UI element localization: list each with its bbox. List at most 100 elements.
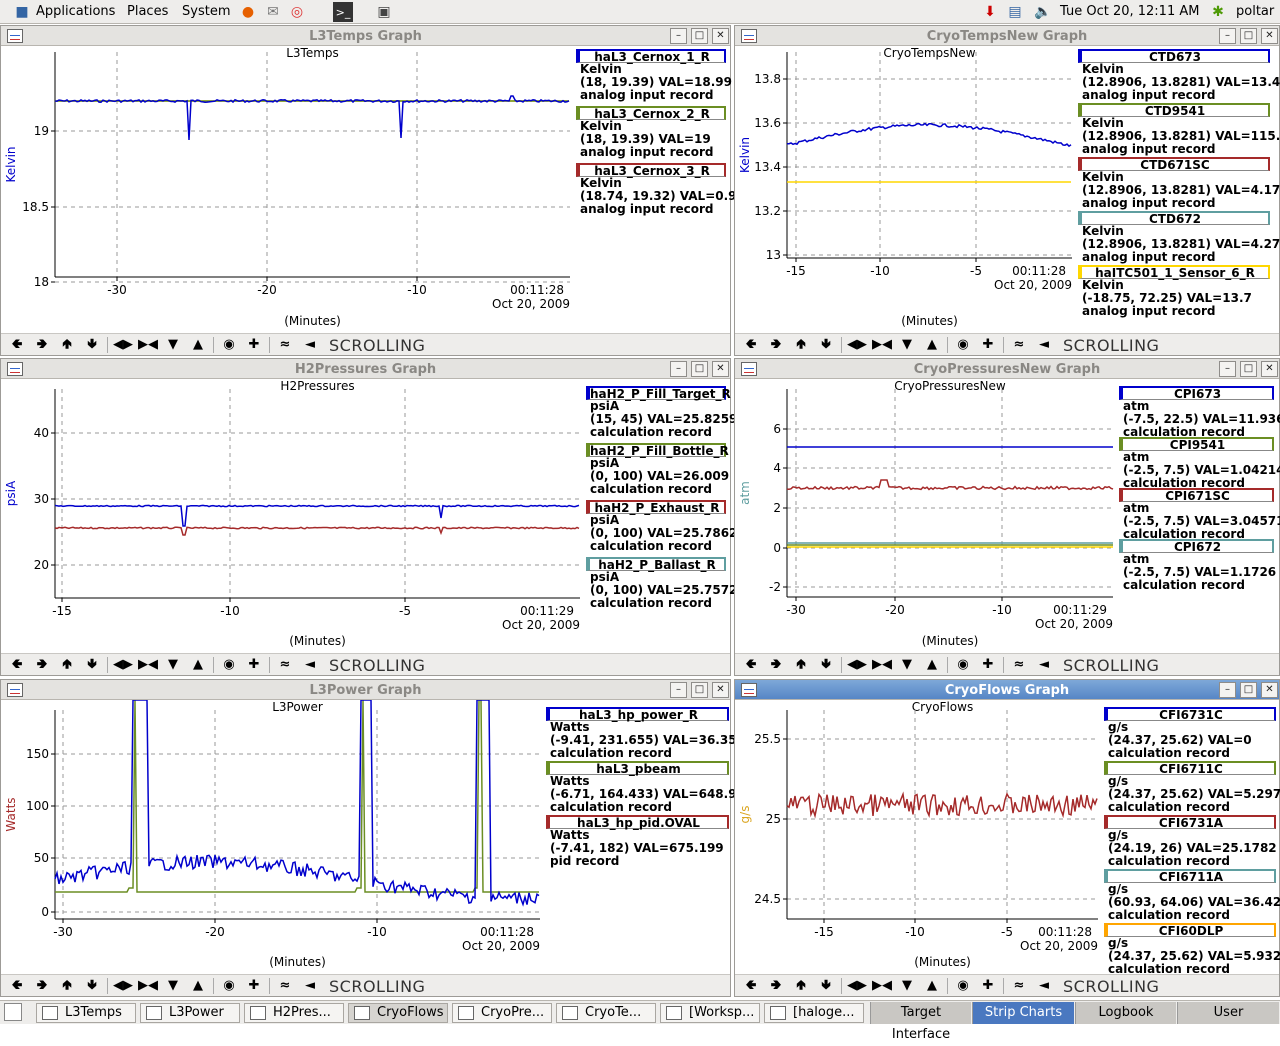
zoom-x-out-button[interactable]: ▶◀ bbox=[872, 656, 892, 674]
close-button[interactable]: ✕ bbox=[1261, 28, 1278, 44]
taskbar-button[interactable]: H2Pres... bbox=[244, 1003, 344, 1023]
firefox-icon[interactable]: ● bbox=[238, 2, 258, 22]
minimize-button[interactable]: – bbox=[1219, 682, 1236, 698]
minimize-button[interactable]: – bbox=[1219, 361, 1236, 377]
zoom-x-out-button[interactable]: ▶◀ bbox=[872, 336, 892, 354]
legend-series-name[interactable]: CTD672 bbox=[1078, 211, 1270, 225]
user-status-icon[interactable]: ✱ bbox=[1208, 2, 1228, 22]
legend-item[interactable]: CPI672 atm (-2.5, 7.5) VAL=1.1726 calculati… bbox=[1119, 539, 1276, 592]
legend-series-name[interactable]: CFI6731A bbox=[1104, 815, 1276, 829]
down-arrow-button[interactable]: 🢃 bbox=[82, 656, 102, 674]
zoom-y-out-button[interactable]: ▲ bbox=[922, 977, 942, 995]
legend-item[interactable]: haH2_P_Fill_Target_R psiA (15, 45) VAL=25.… bbox=[586, 386, 737, 439]
legend-series-name[interactable]: haITC501_1_Sensor_6_R bbox=[1078, 265, 1270, 279]
zoom-y-out-button[interactable]: ▲ bbox=[188, 977, 208, 995]
back-button[interactable]: ◄ bbox=[300, 977, 320, 995]
legend-item[interactable]: haL3_pbeam Watts (-6.71, 164.433) VAL=648.… bbox=[546, 761, 753, 814]
left-arrow-button[interactable]: 🢀 bbox=[741, 336, 761, 354]
stop-button[interactable]: ◉ bbox=[953, 656, 973, 674]
legend-series-name[interactable]: CFI6711A bbox=[1104, 869, 1276, 883]
window-titlebar[interactable]: L3Power Graph – □ ✕ bbox=[1, 680, 730, 700]
zoom-x-in-button[interactable]: ◀▶ bbox=[847, 656, 867, 674]
left-arrow-button[interactable]: 🢀 bbox=[7, 656, 27, 674]
legend-series-name[interactable]: haL3_hp_pid.OVAL bbox=[546, 815, 729, 829]
add-button[interactable]: ✚ bbox=[978, 656, 998, 674]
zoom-x-in-button[interactable]: ◀▶ bbox=[113, 336, 133, 354]
back-button[interactable]: ◄ bbox=[1034, 977, 1054, 995]
minimize-button[interactable]: – bbox=[670, 682, 687, 698]
legend-item[interactable]: haH2_P_Ballast_R psiA (0, 100) VAL=25.7572… bbox=[586, 557, 737, 610]
left-arrow-button[interactable]: 🢀 bbox=[741, 977, 761, 995]
close-button[interactable]: ✕ bbox=[712, 361, 729, 377]
window-titlebar[interactable]: L3Temps Graph – □ ✕ bbox=[1, 26, 730, 46]
legend-series-name[interactable]: CFI6731C bbox=[1104, 707, 1276, 721]
zoom-y-in-button[interactable]: ▼ bbox=[163, 336, 183, 354]
zoom-y-out-button[interactable]: ▲ bbox=[188, 336, 208, 354]
legend-series-name[interactable]: CTD671SC bbox=[1078, 157, 1270, 171]
add-button[interactable]: ✚ bbox=[244, 336, 264, 354]
legend-item[interactable]: haL3_Cernox_2_R Kelvin (18, 19.39) VAL=19 a… bbox=[576, 106, 726, 159]
legend-item[interactable]: haITC501_1_Sensor_6_R Kelvin (-18.75, 72.2… bbox=[1078, 265, 1270, 318]
close-button[interactable]: ✕ bbox=[712, 28, 729, 44]
stop-button[interactable]: ◉ bbox=[953, 336, 973, 354]
zoom-y-in-button[interactable]: ▼ bbox=[163, 656, 183, 674]
legend-series-name[interactable]: haH2_P_Fill_Bottle_R bbox=[586, 443, 729, 457]
taskbar-button[interactable]: CryoTe... bbox=[556, 1003, 656, 1023]
legend-item[interactable]: CTD672 Kelvin (12.8906, 13.8281) VAL=4.27 a… bbox=[1078, 211, 1280, 264]
back-button[interactable]: ◄ bbox=[300, 656, 320, 674]
minimize-button[interactable]: – bbox=[670, 28, 687, 44]
legend-item[interactable]: CTD9541 Kelvin (12.8906, 13.8281) VAL=115.… bbox=[1078, 103, 1280, 156]
volume-icon[interactable]: 🔈 bbox=[1033, 2, 1053, 22]
zoom-x-in-button[interactable]: ◀▶ bbox=[847, 336, 867, 354]
legend-series-name[interactable]: haH2_P_Exhaust_R bbox=[586, 500, 726, 514]
legend-item[interactable]: CTD671SC Kelvin (12.8906, 13.8281) VAL=4.1… bbox=[1078, 157, 1280, 210]
legend-item[interactable]: haL3_hp_power_R Watts (-9.41, 231.655) VAL… bbox=[546, 707, 753, 760]
legend-series-name[interactable]: CTD673 bbox=[1078, 49, 1270, 63]
left-arrow-button[interactable]: 🢀 bbox=[7, 977, 27, 995]
legend-series-name[interactable]: CPI673 bbox=[1119, 386, 1274, 400]
down-arrow-button[interactable]: 🢃 bbox=[816, 977, 836, 995]
legend-series-name[interactable]: haH2_P_Fill_Target_R bbox=[586, 386, 731, 400]
user-name[interactable]: poltar bbox=[1236, 4, 1274, 19]
config-button[interactable]: ≈ bbox=[1009, 977, 1029, 995]
legend-series-name[interactable]: haL3_Cernox_2_R bbox=[576, 106, 726, 120]
legend-item[interactable]: CFI6731C g/s (24.37, 25.62) VAL=0 calculati… bbox=[1104, 707, 1276, 760]
window-titlebar[interactable]: CryoTempsNew Graph – □ ✕ bbox=[735, 26, 1279, 46]
applications-icon[interactable]: ■ bbox=[12, 2, 32, 22]
menu-applications[interactable]: Applications bbox=[36, 4, 115, 19]
zoom-y-in-button[interactable]: ▼ bbox=[897, 977, 917, 995]
left-arrow-button[interactable]: 🢀 bbox=[741, 656, 761, 674]
help-icon[interactable]: ◎ bbox=[287, 2, 307, 22]
right-arrow-button[interactable]: 🢂 bbox=[766, 656, 786, 674]
window-titlebar[interactable]: CryoFlows Graph – □ ✕ bbox=[735, 680, 1279, 700]
workspace-tab[interactable]: Target Interface bbox=[870, 1002, 971, 1042]
zoom-y-in-button[interactable]: ▼ bbox=[163, 977, 183, 995]
network-icon[interactable]: ▤ bbox=[1005, 2, 1025, 22]
screenshot-icon[interactable]: ▣ bbox=[374, 2, 394, 22]
window-titlebar[interactable]: CryoPressuresNew Graph – □ ✕ bbox=[735, 359, 1279, 379]
taskbar-button[interactable]: L3Temps bbox=[36, 1003, 136, 1023]
up-arrow-button[interactable]: 🢁 bbox=[791, 656, 811, 674]
legend-item[interactable]: CFI6711A g/s (60.93, 64.06) VAL=36.425 calc… bbox=[1104, 869, 1280, 922]
zoom-x-in-button[interactable]: ◀▶ bbox=[113, 977, 133, 995]
update-notifier-icon[interactable]: ⬇ bbox=[980, 2, 1000, 22]
config-button[interactable]: ≈ bbox=[275, 977, 295, 995]
maximize-button[interactable]: □ bbox=[691, 361, 708, 377]
legend-series-name[interactable]: CTD9541 bbox=[1078, 103, 1270, 117]
zoom-y-out-button[interactable]: ▲ bbox=[922, 336, 942, 354]
legend-item[interactable]: CPI671SC atm (-2.5, 7.5) VAL=3.04571 calcul… bbox=[1119, 488, 1280, 541]
taskbar-button[interactable]: L3Power bbox=[140, 1003, 240, 1023]
up-arrow-button[interactable]: 🢁 bbox=[791, 977, 811, 995]
workspace-tab[interactable]: User bbox=[1177, 1002, 1279, 1024]
maximize-button[interactable]: □ bbox=[1240, 361, 1257, 377]
right-arrow-button[interactable]: 🢂 bbox=[32, 656, 52, 674]
legend-series-name[interactable]: CPI671SC bbox=[1119, 488, 1274, 502]
back-button[interactable]: ◄ bbox=[1034, 656, 1054, 674]
taskbar-button[interactable]: CryoPre... bbox=[452, 1003, 552, 1023]
add-button[interactable]: ✚ bbox=[978, 977, 998, 995]
legend-item[interactable]: CPI9541 atm (-2.5, 7.5) VAL=1.04214 calcula… bbox=[1119, 437, 1280, 490]
config-button[interactable]: ≈ bbox=[275, 656, 295, 674]
legend-item[interactable]: haH2_P_Fill_Bottle_R psiA (0, 100) VAL=26.… bbox=[586, 443, 729, 496]
down-arrow-button[interactable]: 🢃 bbox=[816, 336, 836, 354]
up-arrow-button[interactable]: 🢁 bbox=[57, 336, 77, 354]
